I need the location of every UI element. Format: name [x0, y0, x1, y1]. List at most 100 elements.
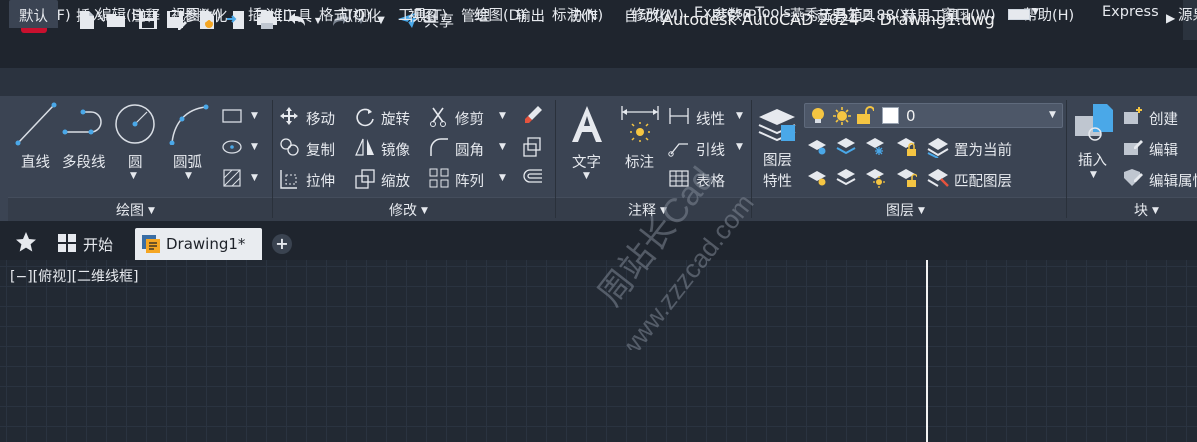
erase-icon[interactable]	[522, 104, 544, 126]
layer-thaw-icon[interactable]	[832, 106, 852, 126]
rotate-icon[interactable]	[354, 106, 376, 128]
text-tool-label[interactable]: 文字	[572, 151, 601, 172]
ribbon-tab-3[interactable]: 参数化	[184, 5, 228, 26]
ribbon-tab-1[interactable]: 插入	[76, 5, 105, 26]
leader-dropdown-icon[interactable]: ▼	[736, 142, 743, 152]
polyline-tool-icon[interactable]	[62, 108, 108, 138]
line-tool-icon[interactable]	[14, 101, 58, 147]
block-panel-title[interactable]: 块 ▼	[1134, 200, 1159, 220]
ribbon-tab-7[interactable]: 管理	[461, 5, 490, 26]
ribbon-tab-5[interactable]: 可视化	[338, 5, 382, 26]
publish-icon[interactable]	[225, 7, 247, 33]
ellipse-tool-icon[interactable]	[221, 138, 243, 156]
new-tab-plus-icon[interactable]: +	[272, 234, 292, 254]
annotation-panel-title[interactable]: 注释 ▼	[628, 200, 667, 220]
explode-icon[interactable]	[522, 136, 544, 158]
leader-label[interactable]: 引线	[696, 139, 725, 160]
ribbon-tab-11[interactable]: Express Tools	[694, 5, 791, 21]
hatch-tool-icon[interactable]	[222, 168, 242, 188]
table-icon[interactable]	[668, 168, 690, 188]
layer-isolate-icon[interactable]	[835, 137, 857, 157]
fillet-label[interactable]: 圆角	[455, 139, 484, 160]
fillet-dropdown-icon[interactable]: ▼	[499, 142, 506, 152]
copy-icon[interactable]	[279, 137, 301, 157]
fillet-icon[interactable]	[429, 137, 449, 157]
rectangle-tool-icon[interactable]	[221, 108, 243, 124]
edit-block-icon[interactable]	[1122, 137, 1144, 157]
layer-lock-icon[interactable]	[895, 137, 917, 157]
layer-freeze-icon[interactable]	[864, 137, 886, 157]
ribbon-minimize-icon[interactable]	[1008, 9, 1030, 20]
viewport-controls-label[interactable]: [−][俯视][二维线框]	[10, 266, 139, 286]
insert-block-icon[interactable]	[1073, 102, 1115, 144]
mirror-icon[interactable]	[354, 137, 376, 157]
layer-unlock-all-icon[interactable]	[895, 168, 917, 188]
set-current-layer-label[interactable]: 置为当前	[954, 139, 1012, 160]
arc-tool-icon[interactable]	[168, 103, 210, 145]
rotate-label[interactable]: 旋转	[381, 108, 410, 129]
layer-properties-label-2[interactable]: 特性	[763, 170, 792, 191]
arc-dropdown-icon[interactable]: ▼	[185, 171, 192, 181]
title-expand-icon[interactable]: ▶	[1166, 11, 1175, 25]
arc-tool-label[interactable]: 圆弧	[173, 151, 202, 172]
trim-dropdown-icon[interactable]: ▼	[499, 111, 506, 121]
text-dropdown-icon[interactable]: ▼	[583, 171, 590, 181]
current-layer-name[interactable]: 0	[906, 107, 916, 125]
trim-icon[interactable]	[429, 106, 451, 128]
text-tool-icon[interactable]	[568, 104, 606, 144]
ribbon-options-dropdown-icon[interactable]: ▼	[1032, 7, 1039, 17]
create-block-icon[interactable]	[1122, 106, 1144, 126]
mirror-label[interactable]: 镜像	[381, 139, 410, 160]
layer-properties-label-1[interactable]: 图层	[763, 149, 792, 170]
layer-on-all-icon[interactable]	[806, 168, 828, 188]
ribbon-tab-10[interactable]: 自动化	[624, 5, 668, 26]
stretch-label[interactable]: 拉伸	[306, 170, 335, 191]
array-dropdown-icon[interactable]: ▼	[499, 173, 506, 183]
menu-item-13[interactable]: Express	[1102, 4, 1159, 20]
ellipse-dropdown-icon[interactable]: ▼	[251, 142, 258, 152]
move-label[interactable]: 移动	[306, 108, 335, 129]
windows-start-icon[interactable]	[58, 234, 76, 256]
leader-icon[interactable]	[668, 137, 690, 157]
ribbon-tab-8[interactable]: 输出	[516, 5, 545, 26]
scale-icon[interactable]	[354, 168, 376, 190]
array-label[interactable]: 阵列	[455, 170, 484, 191]
trim-label[interactable]: 修剪	[455, 108, 484, 129]
start-tab-label[interactable]: 开始	[83, 234, 113, 255]
layer-dropdown-arrow-icon[interactable]: ▼	[1049, 110, 1056, 120]
copy-label[interactable]: 复制	[306, 139, 335, 160]
draw-panel-title[interactable]: 绘图 ▼	[116, 200, 155, 220]
match-layer-label[interactable]: 匹配图层	[954, 170, 1012, 191]
insert-block-dropdown-icon[interactable]: ▼	[1090, 170, 1097, 180]
offset-icon[interactable]	[522, 168, 544, 188]
dimension-tool-icon[interactable]	[620, 104, 660, 146]
match-layer-icon[interactable]	[926, 167, 950, 189]
circle-tool-label[interactable]: 圆	[128, 151, 143, 172]
layer-on-icon[interactable]	[810, 107, 826, 125]
circle-tool-icon[interactable]	[113, 102, 157, 146]
array-icon[interactable]	[429, 168, 449, 188]
ribbon-tab-9[interactable]: 协作	[569, 5, 598, 26]
insert-block-label[interactable]: 插入	[1078, 149, 1107, 170]
linear-dim-label[interactable]: 线性	[696, 108, 725, 129]
layer-thaw-all-icon[interactable]	[864, 168, 886, 188]
layer-unisolate-icon[interactable]	[835, 168, 857, 188]
set-current-layer-icon[interactable]	[926, 136, 950, 158]
modify-panel-title[interactable]: 修改 ▼	[389, 200, 428, 220]
favorite-star-icon[interactable]	[15, 231, 37, 257]
circle-dropdown-icon[interactable]: ▼	[130, 171, 137, 181]
ribbon-tab-12[interactable]: 赫思工具	[817, 5, 875, 26]
stretch-icon[interactable]	[279, 168, 301, 190]
edit-block-label[interactable]: 编辑	[1149, 139, 1178, 160]
drawing-canvas[interactable]	[0, 260, 1197, 442]
line-tool-label[interactable]: 直线	[21, 151, 50, 172]
linear-dim-icon[interactable]	[668, 106, 690, 126]
rectangle-dropdown-icon[interactable]: ▼	[251, 111, 258, 121]
edit-attributes-icon[interactable]	[1122, 168, 1144, 188]
layer-unlock-icon[interactable]	[856, 106, 874, 126]
layers-panel-title[interactable]: 图层 ▼	[886, 200, 925, 220]
ribbon-tab-13[interactable]: 赫思工具*	[902, 5, 967, 26]
menu-item-12[interactable]: 帮助(H)	[1023, 4, 1074, 25]
hatch-dropdown-icon[interactable]: ▼	[251, 173, 258, 183]
layer-properties-icon[interactable]	[757, 103, 799, 145]
